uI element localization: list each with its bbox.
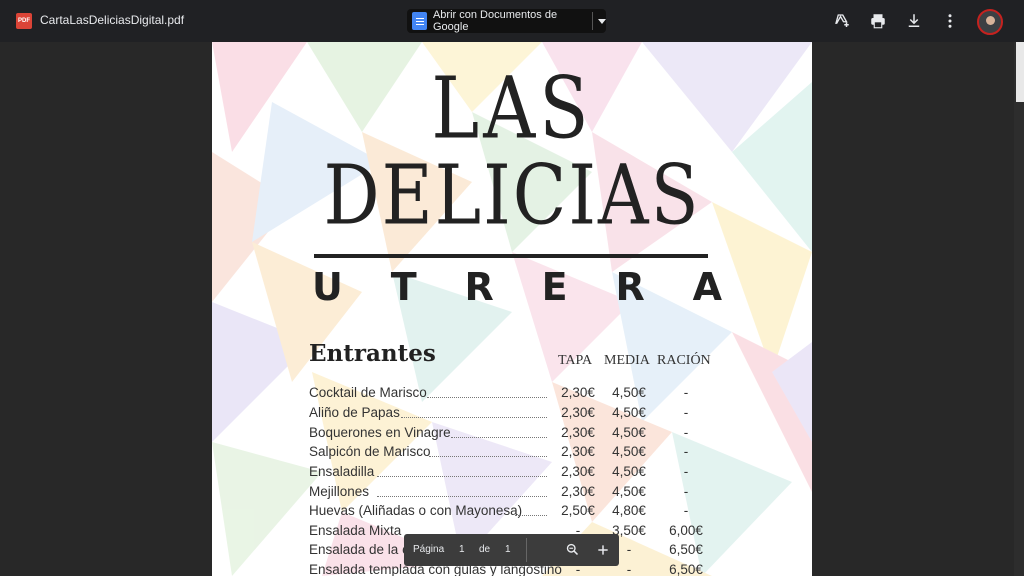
menu-item-name: Aliño de Papas [309, 405, 400, 420]
menu-item-name: Ensaladilla [309, 464, 375, 479]
pdf-file-icon: PDF [16, 13, 32, 29]
of-label: de [479, 544, 491, 555]
column-header-media: MEDIA [604, 353, 650, 368]
menu-item-name: Mejillones [309, 484, 370, 499]
city-letter: E [541, 265, 568, 309]
page-label: Página [413, 544, 445, 555]
download-icon[interactable] [905, 12, 923, 30]
menu-item: Ensaladilla 2,30€ 4,50€ - [309, 464, 809, 484]
price-media: 4,50€ [612, 385, 646, 400]
menu-item: Boquerones en Vinagre 2,30€ 4,50€ - [309, 425, 809, 445]
price-media: 4,50€ [612, 425, 646, 440]
city-name: U T R E R A [312, 265, 722, 309]
menu-item-name: Ensalada Mixta [309, 523, 402, 538]
menu-item: Aliño de Papas 2,30€ 4,50€ - [309, 405, 809, 425]
city-letter: T [390, 265, 417, 309]
pdf-page: LAS DELICIAS U T R E R A Entrantes TAPA … [212, 42, 812, 576]
price-racion: 6,50€ [669, 562, 703, 576]
price-racion: - [683, 425, 689, 440]
dot-leader [451, 437, 547, 438]
price-racion: 6,50€ [669, 542, 703, 557]
price-racion: - [683, 503, 689, 518]
user-avatar[interactable] [977, 9, 1003, 35]
current-page-input[interactable]: 1 [459, 544, 465, 555]
price-racion: 6,00€ [669, 523, 703, 538]
price-racion: - [683, 444, 689, 459]
button-divider [592, 12, 594, 30]
page-toolbar: Página 1 de 1 [404, 534, 619, 566]
menu-item: Mejillones 2,30€ 4,50€ - [309, 484, 809, 504]
print-icon[interactable] [869, 12, 887, 30]
city-letter: A [692, 265, 722, 309]
price-racion: - [683, 464, 689, 479]
menu-item-name: Huevas (Aliñadas o con Mayonesa) [309, 503, 523, 518]
price-media: 4,50€ [612, 464, 646, 479]
google-docs-icon [412, 12, 427, 30]
pdf-viewer-topbar: PDF CartaLasDeliciasDigital.pdf Abrir co… [0, 0, 1024, 42]
more-vert-icon[interactable] [941, 12, 959, 30]
price-racion: - [683, 405, 689, 420]
file-name: CartaLasDeliciasDigital.pdf [40, 13, 185, 27]
menu-item-name: Boquerones en Vinagre [309, 425, 451, 440]
dot-leader [429, 456, 547, 457]
price-racion: - [683, 484, 689, 499]
menu-item-name: Salpicón de Marisco [309, 444, 431, 459]
open-with-label: Abrir con Documentos de Google [432, 9, 558, 33]
dot-leader [515, 515, 547, 516]
menu-item-name: Cocktail de Marisco [309, 385, 427, 400]
vertical-scrollbar[interactable] [1014, 42, 1024, 576]
city-letter: R [615, 265, 645, 309]
title-underline [314, 254, 708, 258]
restaurant-title-las: LAS [431, 58, 593, 158]
menu-item: Cocktail de Marisco 2,30€ 4,50€ - [309, 385, 809, 405]
dropdown-caret-icon[interactable] [598, 18, 607, 24]
dot-leader [427, 397, 547, 398]
open-with-google-docs-button[interactable]: Abrir con Documentos de Google [407, 9, 607, 33]
restaurant-title-delicias: DELICIAS [323, 146, 701, 244]
column-header-tapa: TAPA [558, 353, 593, 368]
price-media: 4,50€ [612, 444, 646, 459]
menu-item: Huevas (Aliñadas o con Mayonesa) 2,50€ 4… [309, 503, 809, 523]
add-to-drive-icon[interactable] [833, 12, 851, 30]
dot-leader [377, 496, 547, 497]
dot-leader [377, 476, 547, 477]
toolbar-divider [526, 538, 527, 562]
city-letter: U [312, 265, 343, 309]
price-racion: - [683, 385, 689, 400]
price-media: 4,50€ [612, 405, 646, 420]
total-pages: 1 [505, 544, 511, 555]
column-header-racion: RACIÓN [657, 353, 711, 368]
zoom-icon[interactable] [565, 542, 580, 557]
price-media: 4,50€ [612, 484, 646, 499]
plus-icon[interactable] [596, 543, 610, 557]
section-title: Entrantes [309, 340, 436, 367]
menu-item: Salpicón de Marisco 2,30€ 4,50€ - [309, 444, 809, 464]
price-media: 4,80€ [612, 503, 646, 518]
city-letter: R [464, 265, 494, 309]
dot-leader [401, 417, 547, 418]
scrollbar-thumb[interactable] [1016, 42, 1024, 102]
